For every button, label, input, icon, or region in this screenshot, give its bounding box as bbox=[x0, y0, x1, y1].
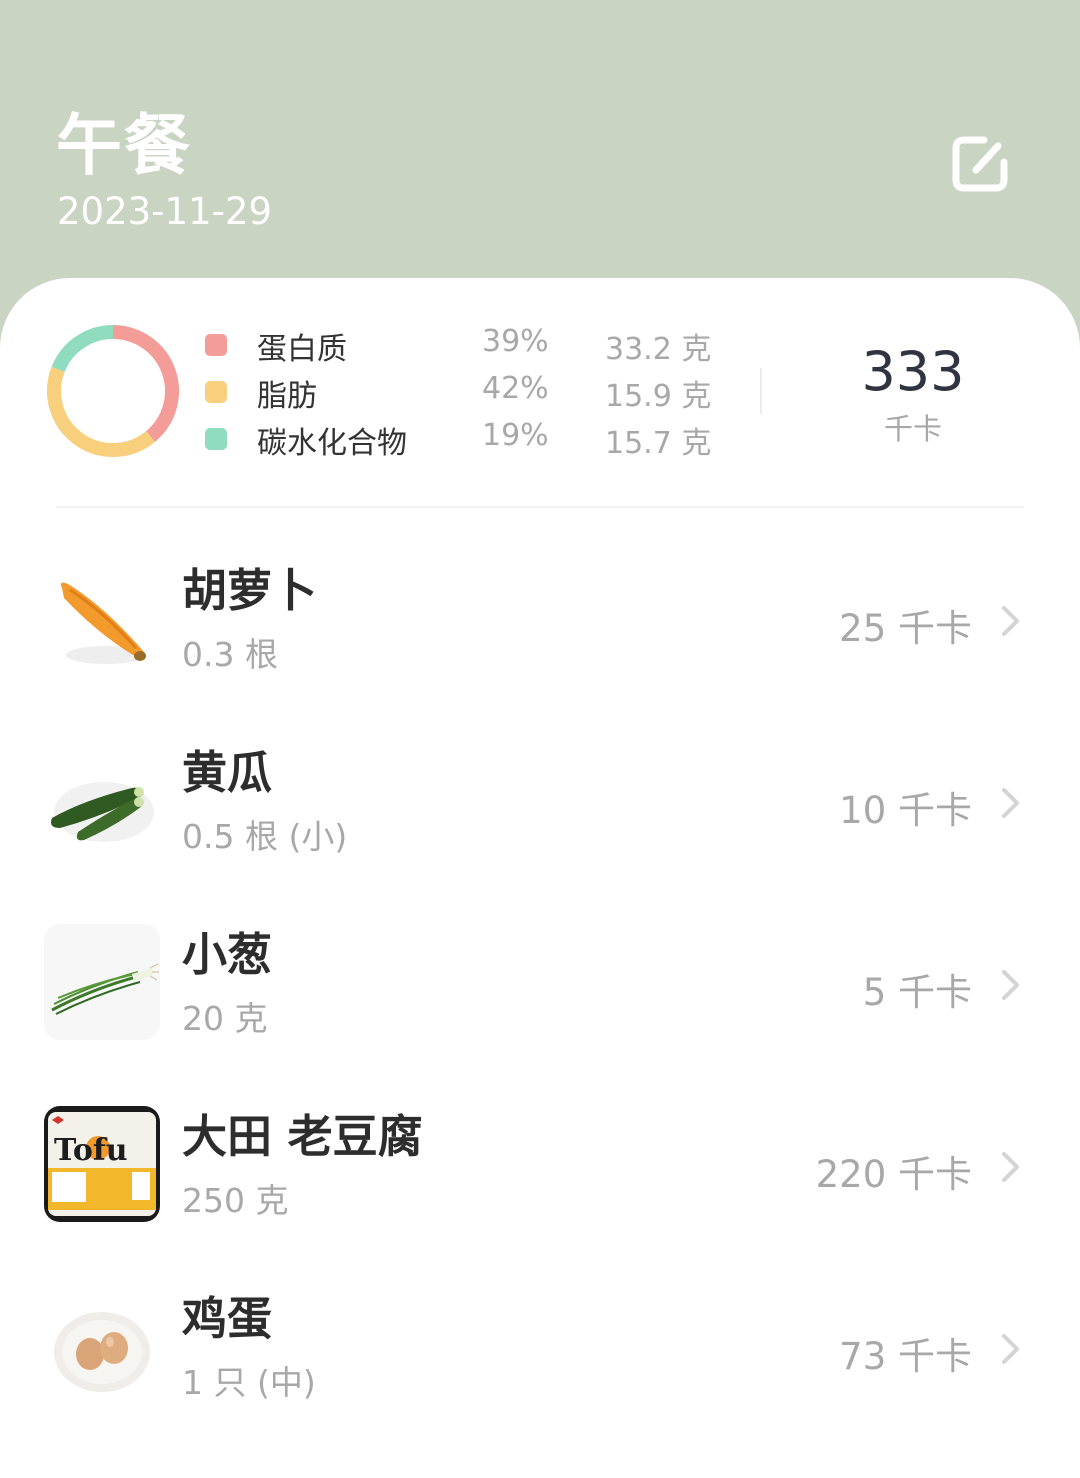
food-calories: 73 千卡 bbox=[839, 1335, 972, 1378]
meal-date: 2023-11-29 bbox=[57, 190, 273, 233]
chevron-right-icon bbox=[1002, 970, 1019, 1000]
food-calories: 25 千卡 bbox=[839, 607, 972, 650]
donut-segment-fat bbox=[47, 366, 156, 457]
food-thumbnail bbox=[44, 1288, 160, 1404]
legend-amount: 15.7 克 bbox=[605, 426, 712, 461]
food-thumbnail: Tofu bbox=[44, 1106, 160, 1222]
food-thumbnail bbox=[44, 560, 160, 676]
legend-row-fat: 脂肪 42% 15.9 克 bbox=[205, 371, 745, 415]
summary-divider bbox=[760, 368, 762, 414]
edit-icon[interactable] bbox=[948, 132, 1012, 196]
meal-header: 午餐 2023-11-29 bbox=[0, 0, 1080, 300]
donut-segment-protein bbox=[112, 325, 179, 442]
food-name: 鸡蛋 bbox=[182, 1292, 273, 1345]
meal-title: 午餐 bbox=[56, 107, 192, 184]
chevron-right-icon bbox=[1002, 1152, 1019, 1182]
legend-name: 脂肪 bbox=[257, 379, 317, 414]
legend-row-protein: 蛋白质 39% 33.2 克 bbox=[205, 324, 745, 368]
food-amount: 0.5 根 (小) bbox=[182, 817, 348, 856]
macro-donut-chart bbox=[47, 325, 179, 457]
food-calories: 10 千卡 bbox=[839, 789, 972, 832]
food-amount: 0.3 根 bbox=[182, 635, 278, 674]
food-item-egg[interactable]: 鸡蛋 1 只 (中) 73 千卡 bbox=[0, 1276, 1080, 1426]
scallion-icon bbox=[44, 924, 160, 1040]
food-item-cucumber[interactable]: 黄瓜 0.5 根 (小) 10 千卡 bbox=[0, 730, 1080, 880]
food-thumbnail bbox=[44, 742, 160, 858]
carrot-icon bbox=[44, 560, 160, 676]
food-amount: 250 克 bbox=[182, 1181, 289, 1220]
food-item-carrot[interactable]: 胡萝卜 0.3 根 25 千卡 bbox=[0, 548, 1080, 698]
carbs-color-dot bbox=[205, 428, 227, 450]
tofu-package-icon: Tofu bbox=[44, 1106, 160, 1222]
food-calories: 5 千卡 bbox=[862, 971, 972, 1014]
chevron-right-icon bbox=[1002, 1334, 1019, 1364]
food-name: 胡萝卜 bbox=[182, 564, 318, 617]
legend-amount: 33.2 克 bbox=[605, 332, 712, 367]
egg-icon bbox=[44, 1288, 160, 1404]
legend-amount: 15.9 克 bbox=[605, 379, 712, 414]
total-calories-value: 333 bbox=[861, 340, 965, 403]
cucumber-icon bbox=[44, 742, 160, 858]
tofu-package-label: Tofu bbox=[54, 1133, 128, 1168]
legend-percent: 19% bbox=[482, 418, 549, 453]
legend-row-carbs: 碳水化合物 19% 15.7 克 bbox=[205, 418, 745, 462]
food-amount: 20 克 bbox=[182, 999, 268, 1038]
legend-name: 蛋白质 bbox=[257, 332, 347, 367]
food-name: 大田 老豆腐 bbox=[182, 1110, 423, 1163]
legend-percent: 39% bbox=[482, 324, 549, 359]
protein-color-dot bbox=[205, 334, 227, 356]
total-calories-unit: 千卡 bbox=[883, 412, 942, 446]
legend-name: 碳水化合物 bbox=[257, 426, 407, 461]
donut-segment-carbs bbox=[51, 325, 114, 373]
food-calories: 220 千卡 bbox=[815, 1153, 972, 1196]
chevron-right-icon bbox=[1002, 606, 1019, 636]
food-name: 黄瓜 bbox=[182, 746, 273, 799]
food-item-tofu[interactable]: Tofu 大田 老豆腐 250 克 220 千卡 bbox=[0, 1094, 1080, 1244]
food-amount: 1 只 (中) bbox=[182, 1363, 316, 1402]
food-item-scallion[interactable]: 小葱 20 克 5 千卡 bbox=[0, 912, 1080, 1062]
chevron-right-icon bbox=[1002, 788, 1019, 818]
food-name: 小葱 bbox=[182, 928, 273, 981]
legend-percent: 42% bbox=[482, 371, 549, 406]
section-divider bbox=[56, 506, 1024, 508]
food-thumbnail bbox=[44, 924, 160, 1040]
fat-color-dot bbox=[205, 381, 227, 403]
